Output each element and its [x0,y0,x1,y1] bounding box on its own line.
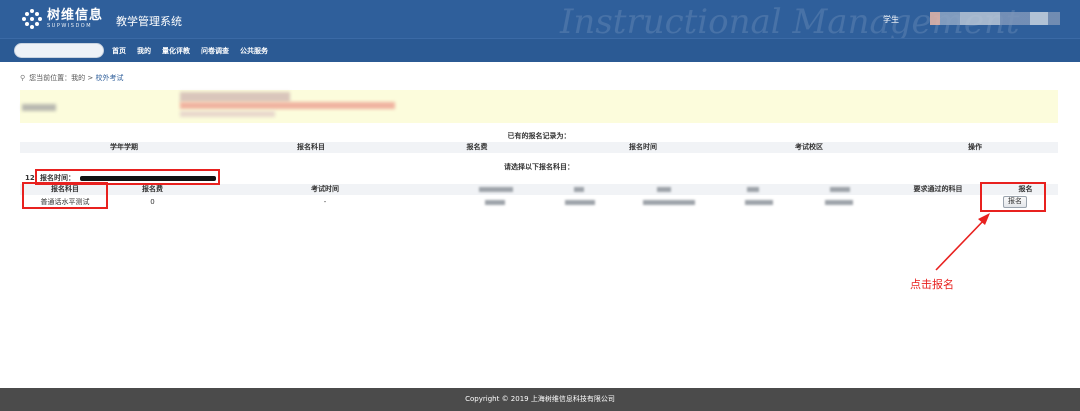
copyright-text: Copyright © 2019 上海树维信息科技有限公司 [465,395,615,403]
annotation-arrow [935,213,990,271]
footer: Copyright © 2019 上海树维信息科技有限公司 [0,388,1080,411]
annotation-text: 点击报名 [910,278,954,291]
